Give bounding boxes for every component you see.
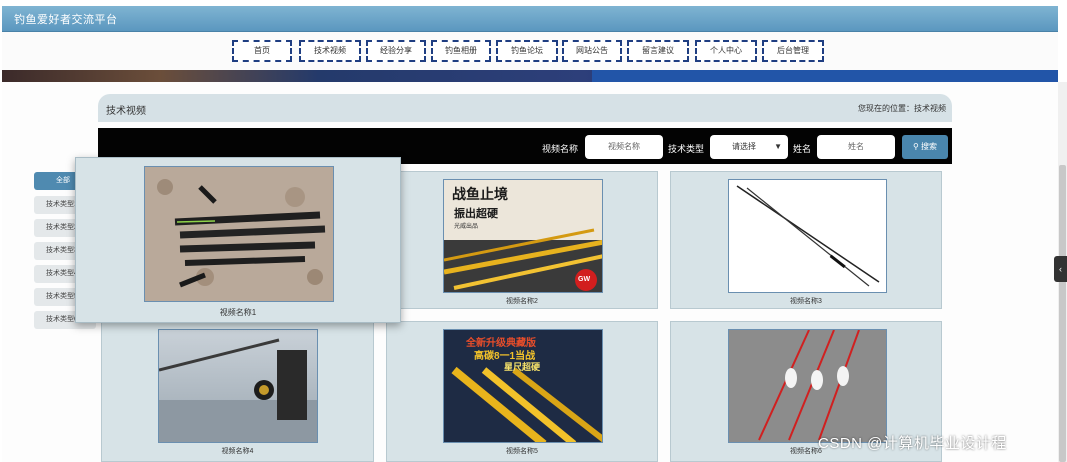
section-title: 技术视频 — [106, 106, 146, 117]
video-card[interactable]: 战鱼止境 振出超硬 光威出品 GW 视频名称2 — [386, 171, 658, 309]
nav-notice[interactable]: 网站公告 — [562, 40, 622, 62]
breadcrumb: 您现在的位置：技术视频 — [858, 104, 946, 113]
video-caption[interactable]: 视频名称5 — [387, 446, 657, 456]
video-name-label: 视频名称 — [542, 144, 579, 154]
video-card[interactable]: 视频名称3 — [670, 171, 942, 309]
gw-badge: GW — [578, 276, 591, 283]
poster-subline: 振出超硬 — [454, 208, 498, 220]
video-caption[interactable]: 视频名称3 — [671, 296, 941, 306]
video-thumbnail[interactable]: 战鱼止境 振出超硬 光威出品 GW — [443, 179, 603, 293]
video-caption[interactable]: 视频名称2 — [387, 296, 657, 306]
video-thumbnail[interactable] — [144, 166, 334, 302]
scrollbar-thumb[interactable] — [1059, 165, 1066, 462]
banner-blue-stripe — [592, 70, 1058, 82]
video-thumbnail[interactable] — [728, 329, 887, 443]
video-thumbnail[interactable] — [158, 329, 318, 443]
nav-album[interactable]: 钓鱼相册 — [431, 40, 491, 62]
nav-experience[interactable]: 经验分享 — [366, 40, 426, 62]
video-thumbnail[interactable]: 全新升级典藏版 高碳8一1当战 星尺超硬 — [443, 329, 603, 443]
video-caption[interactable]: 视频名称1 — [76, 307, 400, 318]
tech-type-select[interactable]: 请选择 ▼ — [710, 135, 788, 159]
site-header: 钓鱼爱好者交流平台 — [2, 6, 1058, 32]
search-button[interactable]: ⚲ 搜索 — [902, 135, 948, 159]
video-thumbnail[interactable] — [728, 179, 887, 293]
author-label: 姓名 — [793, 144, 812, 154]
floats-image — [729, 330, 886, 442]
video-card[interactable]: 视频名称4 — [101, 321, 374, 462]
video-caption[interactable]: 视频名称4 — [102, 446, 373, 456]
banner-strip — [2, 70, 1058, 82]
thin-rod-image — [729, 180, 886, 292]
site-title: 钓鱼爱好者交流平台 — [14, 14, 118, 26]
tech-type-label: 技术类型 — [668, 144, 705, 154]
poster-headline: 战鱼止境 — [452, 187, 508, 203]
rod-segments-image — [145, 167, 333, 301]
search-icon: ⚲ — [912, 142, 919, 151]
nav-admin[interactable]: 后台管理 — [762, 40, 824, 62]
poster-small: 星尺超硬 — [504, 362, 541, 372]
side-collapse-icon[interactable]: ‹ — [1054, 256, 1067, 282]
nav-home[interactable]: 首页 — [232, 40, 292, 62]
video-name-input[interactable]: 视频名称 — [585, 135, 663, 159]
page-root: 钓鱼爱好者交流平台 首页 技术视频 经验分享 钓鱼相册 钓鱼论坛 网站公告 留言… — [0, 0, 1067, 462]
author-input[interactable]: 姓名 — [817, 135, 895, 159]
chevron-down-icon: ▼ — [774, 142, 782, 151]
section-header: 技术视频 您现在的位置：技术视频 — [98, 94, 952, 122]
main-nav: 首页 技术视频 经验分享 钓鱼相册 钓鱼论坛 网站公告 留言建议 个人中心 后台… — [2, 32, 1058, 70]
video-card[interactable]: 全新升级典藏版 高碳8一1当战 星尺超硬 视频名称5 — [386, 321, 658, 462]
poster-small: 光威出品 — [454, 224, 479, 230]
watermark-text: CSDN @计算机毕业设计程 — [818, 435, 1007, 452]
video-card-hovered[interactable]: 视频名称1 — [75, 157, 401, 323]
nav-tech-videos[interactable]: 技术视频 — [299, 40, 361, 62]
nav-user-center[interactable]: 个人中心 — [695, 40, 757, 62]
search-button-label: 搜索 — [921, 142, 938, 151]
angler-image — [159, 330, 317, 442]
tech-type-selected: 请选择 — [732, 142, 756, 151]
nav-forum[interactable]: 钓鱼论坛 — [496, 40, 558, 62]
nav-feedback[interactable]: 留言建议 — [627, 40, 689, 62]
